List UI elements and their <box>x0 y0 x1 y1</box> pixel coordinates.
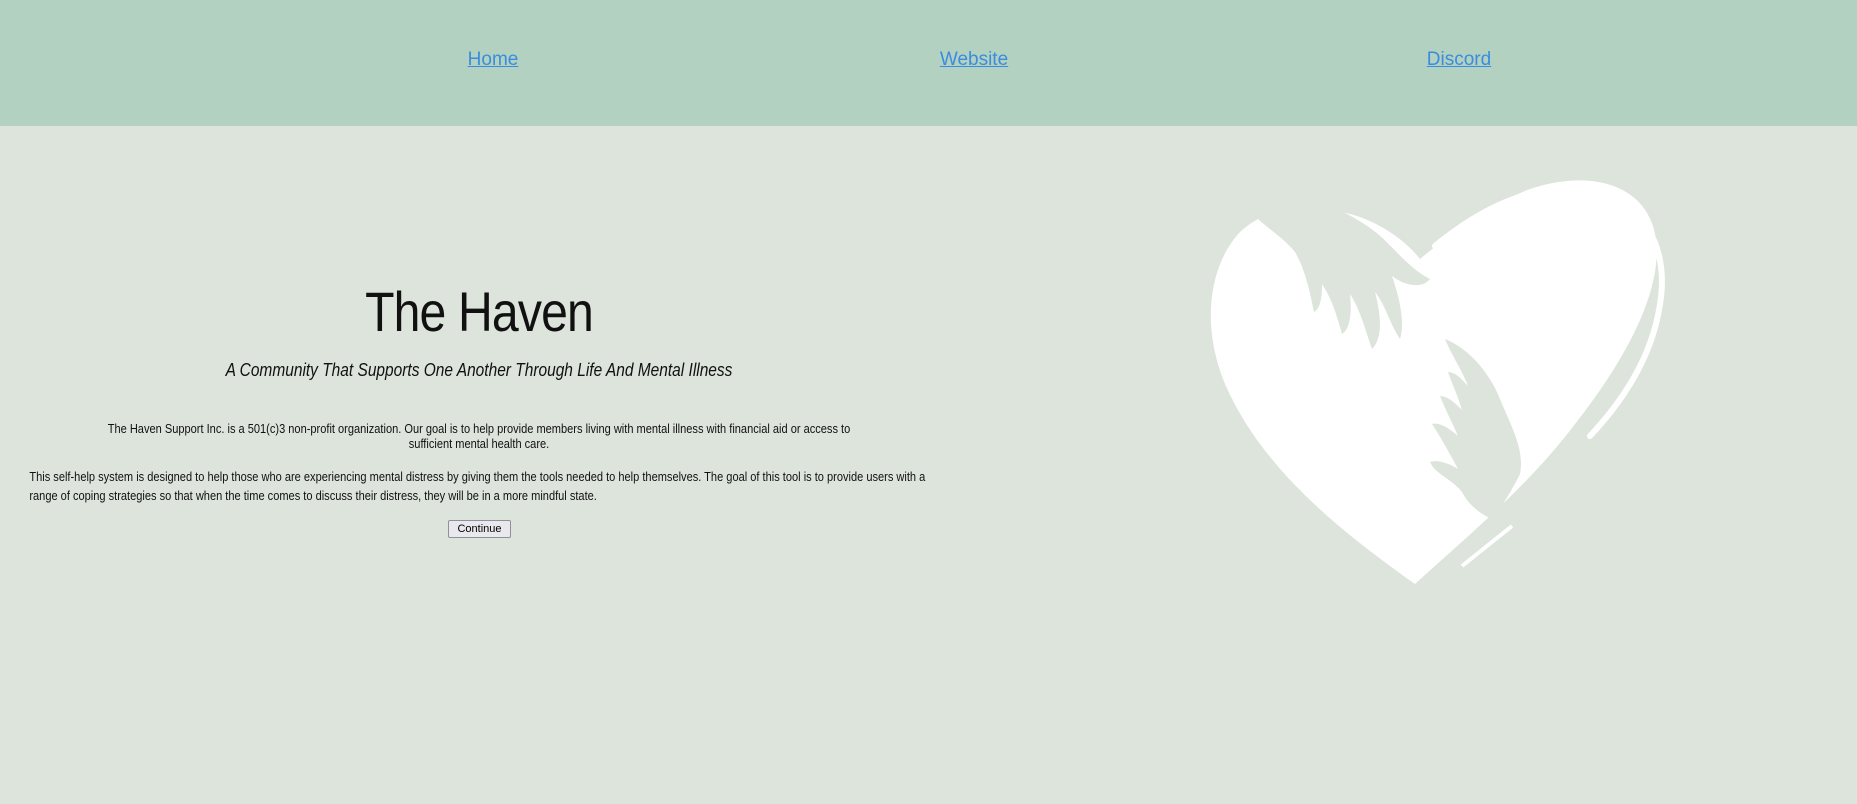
nav-link-website[interactable]: Website <box>940 49 1008 71</box>
heart-hands-icon <box>1210 180 1665 584</box>
description-paragraph: This self-help system is designed to hel… <box>29 469 926 503</box>
top-nav: Home Website Discord <box>0 0 1857 126</box>
nav-link-home[interactable]: Home <box>468 49 519 71</box>
mission-paragraph: The Haven Support Inc. is a 501(c)3 non-… <box>107 421 851 451</box>
continue-button[interactable]: Continue <box>448 520 511 538</box>
main-content: The Haven A Community That Supports One … <box>0 126 1857 804</box>
page-title: The Haven <box>365 280 594 343</box>
page-subtitle: A Community That Supports One Another Th… <box>225 360 733 380</box>
nav-link-discord[interactable]: Discord <box>1427 49 1491 71</box>
heart-shape <box>1210 180 1657 584</box>
